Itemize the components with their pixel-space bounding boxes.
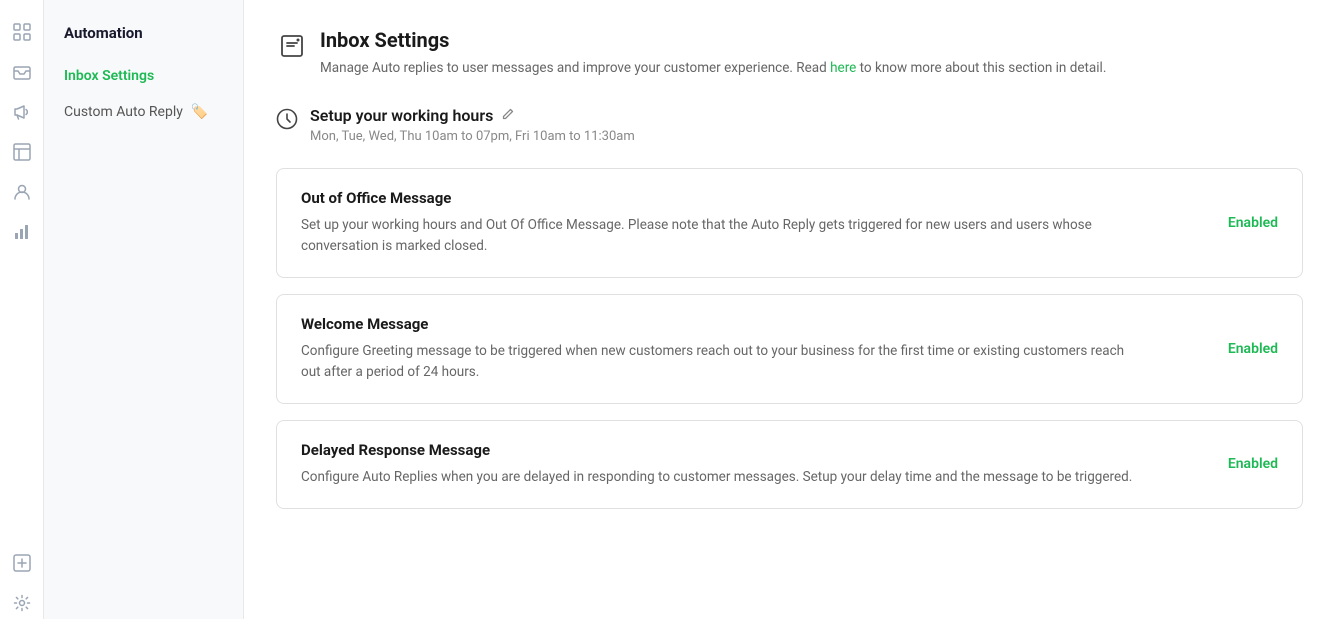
sidebar-item-custom-auto-reply[interactable]: Custom Auto Reply 🏷️ — [44, 94, 243, 130]
working-hours-content: Setup your working hours Mon, Tue, Wed, … — [310, 106, 635, 144]
out-of-office-status: Enabled — [1228, 215, 1278, 231]
clock-icon — [276, 108, 298, 135]
table-icon[interactable] — [6, 136, 38, 168]
welcome-message-card[interactable]: Welcome Message Configure Greeting messa… — [276, 294, 1303, 404]
out-of-office-content: Out of Office Message Set up your workin… — [301, 189, 1141, 257]
cards-container: Out of Office Message Set up your workin… — [276, 168, 1303, 509]
edit-icon[interactable] — [501, 107, 515, 125]
welcome-message-desc: Configure Greeting message to be trigger… — [301, 341, 1141, 383]
welcome-message-title: Welcome Message — [301, 315, 1141, 333]
welcome-message-content: Welcome Message Configure Greeting messa… — [301, 315, 1141, 383]
main-content: Inbox Settings Manage Auto replies to us… — [244, 0, 1335, 619]
contacts-icon[interactable] — [6, 176, 38, 208]
inbox-settings-icon — [276, 30, 308, 62]
out-of-office-title: Out of Office Message — [301, 189, 1141, 207]
page-header: Inbox Settings Manage Auto replies to us… — [276, 28, 1303, 78]
settings-icon[interactable] — [6, 587, 38, 619]
delayed-response-title: Delayed Response Message — [301, 441, 1132, 459]
working-hours-header: Setup your working hours — [310, 106, 635, 125]
icon-rail — [0, 0, 44, 619]
chart-icon[interactable] — [6, 216, 38, 248]
page-title: Inbox Settings — [320, 28, 1106, 52]
page-header-content: Inbox Settings Manage Auto replies to us… — [320, 28, 1106, 78]
out-of-office-desc: Set up your working hours and Out Of Off… — [301, 215, 1141, 257]
sidebar-title: Automation — [44, 16, 243, 58]
sidebar: Automation Inbox Settings Custom Auto Re… — [44, 0, 244, 619]
sidebar-item-label: Inbox Settings — [64, 68, 154, 84]
sidebar-item-inbox-settings[interactable]: Inbox Settings — [44, 58, 243, 94]
delayed-response-card[interactable]: Delayed Response Message Configure Auto … — [276, 420, 1303, 509]
megaphone-icon[interactable] — [6, 96, 38, 128]
here-link[interactable]: here — [830, 60, 856, 76]
page-description: Manage Auto replies to user messages and… — [320, 58, 1106, 78]
grid-icon[interactable] — [6, 16, 38, 48]
delayed-response-desc: Configure Auto Replies when you are dela… — [301, 467, 1132, 488]
inbox-icon[interactable] — [6, 56, 38, 88]
working-hours-title: Setup your working hours — [310, 106, 493, 125]
working-hours-section: Setup your working hours Mon, Tue, Wed, … — [276, 106, 1303, 144]
delayed-response-content: Delayed Response Message Configure Auto … — [301, 441, 1132, 488]
sidebar-item-label: Custom Auto Reply — [64, 104, 183, 120]
welcome-message-status: Enabled — [1228, 341, 1278, 357]
working-hours-schedule: Mon, Tue, Wed, Thu 10am to 07pm, Fri 10a… — [310, 129, 635, 144]
add-box-icon[interactable] — [6, 547, 38, 579]
emoji-icon: 🏷️ — [191, 104, 208, 120]
out-of-office-card[interactable]: Out of Office Message Set up your workin… — [276, 168, 1303, 278]
delayed-response-status: Enabled — [1228, 456, 1278, 472]
